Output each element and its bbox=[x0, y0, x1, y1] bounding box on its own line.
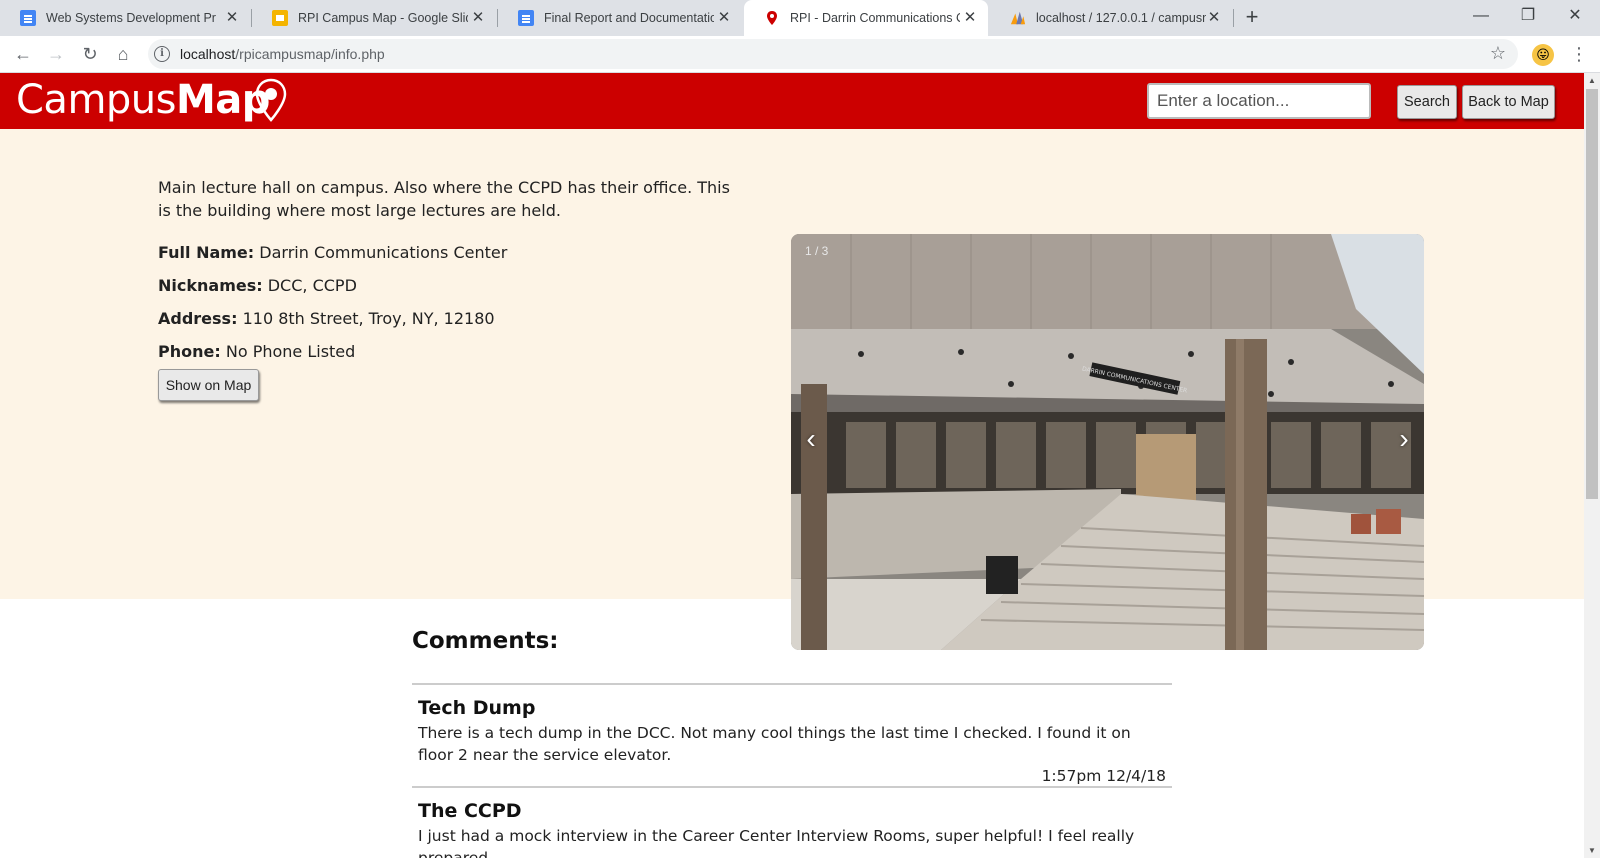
full-name-field: Full Name: Darrin Communications Center bbox=[158, 243, 507, 262]
address-value: 110 8th Street, Troy, NY, 12180 bbox=[242, 309, 495, 328]
url-text[interactable]: localhost/rpicampusmap/info.php bbox=[180, 46, 385, 62]
site-logo[interactable]: CampusMap bbox=[16, 77, 270, 123]
phone-value: No Phone Listed bbox=[225, 342, 356, 361]
site-info-icon[interactable]: i bbox=[154, 46, 170, 62]
slide-counter: 1 / 3 bbox=[805, 244, 829, 258]
google-docs-icon bbox=[518, 10, 534, 26]
comment-item: The CCPD I just had a mock interview in … bbox=[412, 786, 1172, 858]
photo-carousel: DARRIN COMMUNICATIONS CENTER 1 / 3 ‹ › bbox=[791, 234, 1424, 650]
map-pin-icon bbox=[767, 11, 777, 25]
page-viewport: CampusMap Search Back to Map Main lectur… bbox=[0, 73, 1584, 858]
tab-title: Final Report and Documentation bbox=[544, 11, 714, 25]
nicknames-field: Nicknames: DCC, CCPD bbox=[158, 276, 357, 295]
google-docs-icon bbox=[20, 10, 36, 26]
show-on-map-button[interactable]: Show on Map bbox=[158, 369, 259, 401]
tab-title: RPI Campus Map - Google Slides bbox=[298, 11, 468, 25]
back-arrow-icon[interactable]: ← bbox=[10, 41, 36, 67]
carousel-next-icon[interactable]: › bbox=[1394, 424, 1414, 454]
carousel-prev-icon[interactable]: ‹ bbox=[801, 424, 821, 454]
tab-phpmyadmin[interactable]: localhost / 127.0.0.1 / campusma ✕ bbox=[990, 0, 1232, 36]
phone-field: Phone: No Phone Listed bbox=[158, 342, 355, 361]
map-pin-logo-icon bbox=[255, 78, 287, 122]
comment-body: I just had a mock interview in the Caree… bbox=[418, 827, 1135, 858]
tab-title: Web Systems Development Proje bbox=[46, 11, 216, 25]
field-label: Address: bbox=[158, 309, 238, 328]
close-tab-icon[interactable]: ✕ bbox=[224, 10, 240, 26]
page-scrollbar[interactable]: ▲ ▼ bbox=[1584, 73, 1600, 858]
field-label: Phone: bbox=[158, 342, 221, 361]
field-label: Nicknames: bbox=[158, 276, 263, 295]
browser-toolbar: ← → ↻ ⌂ i localhost/rpicampusmap/info.ph… bbox=[0, 36, 1600, 73]
google-slides-icon bbox=[272, 10, 288, 26]
url-path: /rpicampusmap/info.php bbox=[235, 46, 385, 62]
comments-section: Comments: Tech Dump There is a tech dump… bbox=[412, 628, 1172, 858]
address-field: Address: 110 8th Street, Troy, NY, 12180 bbox=[158, 309, 495, 328]
scroll-down-icon[interactable]: ▼ bbox=[1588, 846, 1596, 855]
comment-body: There is a tech dump in the DCC. Not man… bbox=[418, 724, 1131, 764]
comment-title: The CCPD bbox=[418, 800, 522, 822]
new-tab-button[interactable]: + bbox=[1240, 6, 1264, 30]
building-photo: DARRIN COMMUNICATIONS CENTER bbox=[791, 234, 1424, 650]
close-tab-icon[interactable]: ✕ bbox=[716, 10, 732, 26]
close-tab-icon[interactable]: ✕ bbox=[1206, 10, 1222, 26]
phpmyadmin-icon bbox=[1010, 11, 1026, 25]
bookmark-star-icon[interactable]: ☆ bbox=[1490, 43, 1506, 64]
logo-campus-text: Campus bbox=[16, 77, 177, 123]
forward-arrow-icon[interactable]: → bbox=[43, 41, 69, 67]
tab-title: RPI - Darrin Communications Cen bbox=[790, 11, 960, 25]
profile-avatar[interactable]: 😛 bbox=[1532, 44, 1554, 66]
location-search-input[interactable] bbox=[1147, 83, 1371, 119]
tab-strip: Web Systems Development Proje ✕ RPI Camp… bbox=[0, 0, 1600, 36]
home-icon[interactable]: ⌂ bbox=[110, 41, 136, 67]
url-host: localhost bbox=[180, 46, 236, 62]
tab-campus-map-slides[interactable]: RPI Campus Map - Google Slides ✕ bbox=[252, 0, 496, 36]
tab-final-report[interactable]: Final Report and Documentation ✕ bbox=[498, 0, 742, 36]
tab-darrin-communications[interactable]: RPI - Darrin Communications Cen ✕ bbox=[744, 0, 988, 36]
scrollbar-thumb[interactable] bbox=[1586, 89, 1598, 499]
minimize-button[interactable]: — bbox=[1466, 4, 1496, 28]
search-button[interactable]: Search bbox=[1397, 85, 1457, 119]
browser-menu-icon[interactable]: ⋮ bbox=[1570, 42, 1588, 66]
tab-title: localhost / 127.0.0.1 / campusma bbox=[1036, 11, 1206, 25]
window-close-button[interactable]: ✕ bbox=[1560, 4, 1590, 28]
comment-item: Tech Dump There is a tech dump in the DC… bbox=[412, 683, 1172, 786]
tab-web-systems[interactable]: Web Systems Development Proje ✕ bbox=[0, 0, 250, 36]
comments-heading: Comments: bbox=[412, 628, 559, 654]
reload-icon[interactable]: ↻ bbox=[77, 41, 103, 67]
full-name-value: Darrin Communications Center bbox=[259, 243, 508, 262]
restore-button[interactable]: ❐ bbox=[1513, 4, 1543, 28]
comment-title: Tech Dump bbox=[418, 697, 536, 719]
tab-separator bbox=[1233, 9, 1234, 27]
comment-timestamp: 1:57pm 12/4/18 bbox=[1041, 767, 1166, 785]
nicknames-value: DCC, CCPD bbox=[267, 276, 357, 295]
close-tab-icon[interactable]: ✕ bbox=[962, 10, 978, 26]
site-header: CampusMap Search Back to Map bbox=[0, 73, 1584, 129]
building-info-section: Main lecture hall on campus. Also where … bbox=[0, 129, 1584, 650]
back-to-map-button[interactable]: Back to Map bbox=[1462, 85, 1555, 119]
close-tab-icon[interactable]: ✕ bbox=[470, 10, 486, 26]
field-label: Full Name: bbox=[158, 243, 255, 262]
address-bar[interactable]: i localhost/rpicampusmap/info.php ☆ bbox=[148, 39, 1518, 69]
scroll-up-icon[interactable]: ▲ bbox=[1588, 76, 1596, 85]
building-description: Main lecture hall on campus. Also where … bbox=[158, 178, 730, 220]
